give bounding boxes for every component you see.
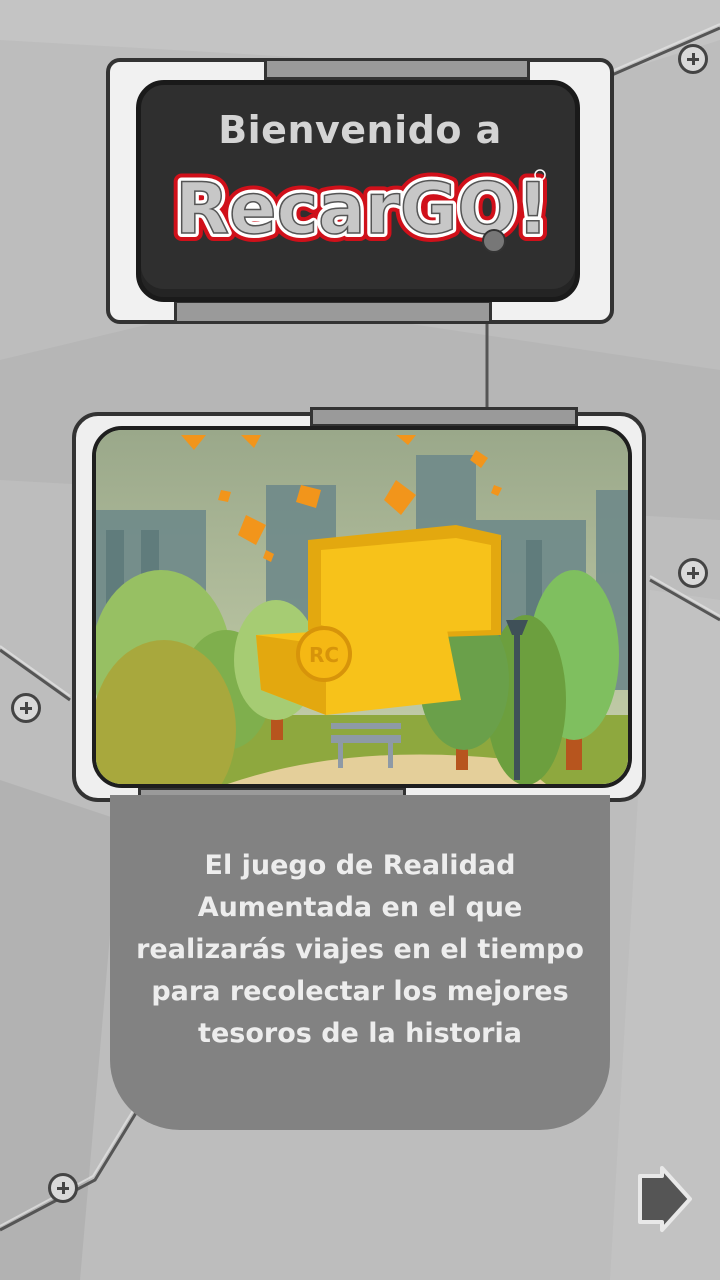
screw-icon <box>11 693 41 723</box>
welcome-text: Bienvenido a <box>218 108 502 152</box>
description-line: tesoros de la historia <box>198 1018 522 1049</box>
recargo-logo: RecarGO! RecarGO! RecarGO! <box>172 165 552 255</box>
description-line: realizarás viajes en el tiempo <box>136 934 584 965</box>
bottom-clip <box>174 300 492 324</box>
image-top-clip <box>310 407 578 427</box>
description-line: Aumentada en el que <box>197 892 523 923</box>
hero-illustration: RC <box>92 426 632 788</box>
description-line: El juego de Realidad <box>204 850 516 881</box>
screw-icon <box>678 558 708 588</box>
top-clip <box>264 58 530 80</box>
description-text: El juego de Realidad Aumentada en el que… <box>118 845 602 1055</box>
chest-emblem-text: RC <box>309 643 339 667</box>
screw-icon <box>678 44 708 74</box>
lamp-post <box>514 630 520 780</box>
gear-icon <box>482 229 506 253</box>
screw-icon <box>48 1173 78 1203</box>
arrow-right-icon <box>638 1166 692 1232</box>
next-button[interactable] <box>632 1164 696 1234</box>
description-line: para recolectar los mejores <box>151 976 569 1007</box>
